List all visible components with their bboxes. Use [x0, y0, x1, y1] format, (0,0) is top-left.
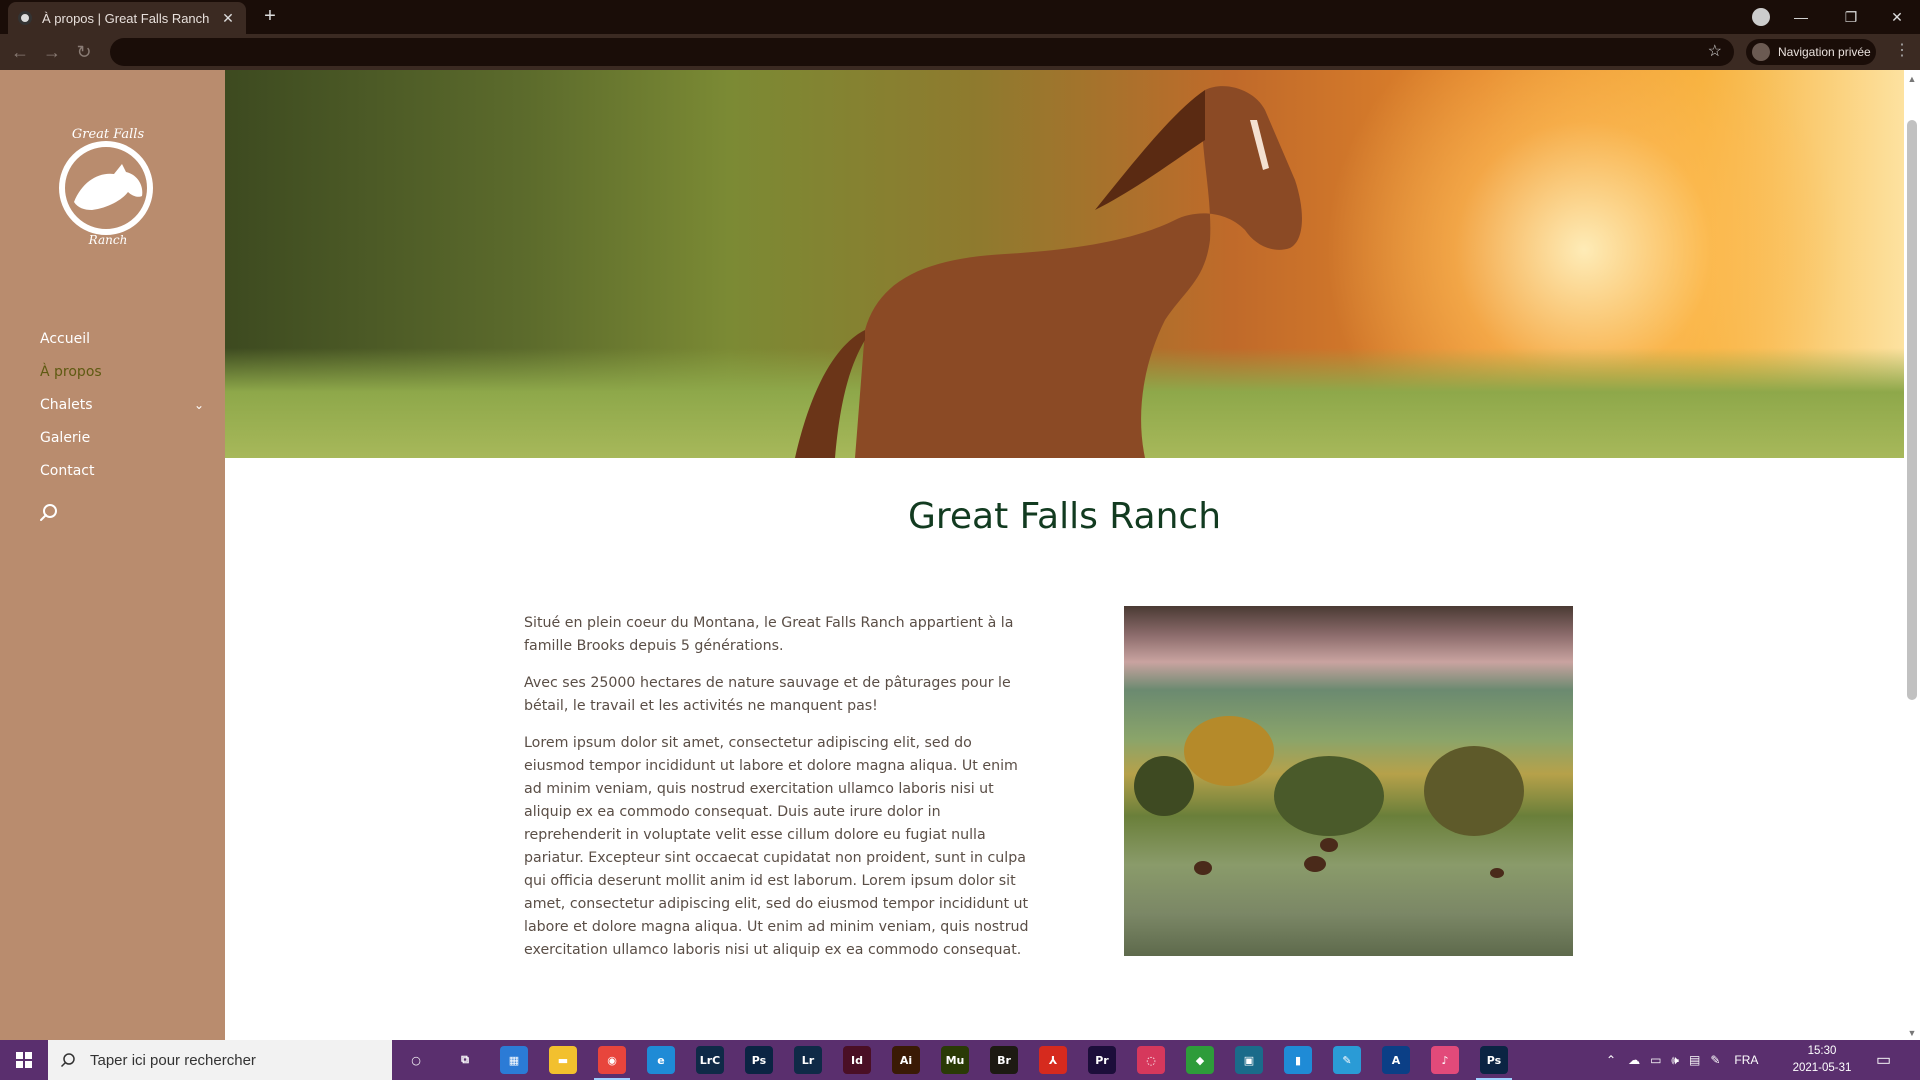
capture-icon[interactable]: ▣ [1235, 1046, 1263, 1074]
page-title: Great Falls Ranch [907, 496, 1222, 537]
cow-shape [1194, 861, 1212, 875]
onedrive-icon[interactable]: ☁ [1628, 1053, 1640, 1067]
restore-button[interactable]: ❐ [1828, 0, 1874, 34]
photoshop-active-icon[interactable]: Ps [1480, 1046, 1508, 1074]
scroll-down-icon[interactable]: ▼ [1906, 1028, 1918, 1038]
clock-time: 15:30 [1807, 1045, 1837, 1057]
forward-button[interactable]: → [40, 40, 64, 64]
cow-shape [1320, 838, 1338, 852]
windows-taskbar: Taper ici pour rechercher ○ ⧉ ▦ ▬ ◉ e LrC Ps Lr I… [0, 1040, 1920, 1080]
nav-item-label: Chalets [40, 396, 93, 413]
acrobat-icon[interactable]: ⅄ [1039, 1046, 1067, 1074]
system-tray: ⌃ ☁ ▭ 🕪 ▤ ✎ FRA [1606, 1040, 1758, 1080]
main-navigation: Accueil À propos Chalets ⌄ Galerie Conta… [40, 322, 204, 487]
network-icon[interactable]: ▭ [1650, 1053, 1661, 1067]
nav-item-label: Galerie [40, 429, 91, 446]
illustrator-icon[interactable]: Ai [892, 1046, 920, 1074]
fonts-icon[interactable]: A [1382, 1046, 1410, 1074]
search-icon [60, 1053, 75, 1068]
language-indicator[interactable]: FRA [1734, 1053, 1758, 1067]
volume-icon[interactable]: 🕪 [1671, 1053, 1679, 1068]
tree-shape [1274, 756, 1384, 836]
store-icon[interactable]: ▦ [500, 1046, 528, 1074]
new-tab-button[interactable]: + [258, 4, 282, 28]
browser-menu-icon[interactable]: ⋮ [1892, 40, 1912, 60]
land-paragraph: Avec ses 25000 hectares de nature sauvag… [524, 675, 1011, 714]
tree-shape [1184, 716, 1274, 786]
indesign-icon[interactable]: Id [843, 1046, 871, 1074]
browser-tab-active[interactable]: À propos | Great Falls Ranch ✕ [8, 2, 246, 34]
intro-paragraph: Situé en plein coeur du Montana, le Grea… [524, 615, 1014, 654]
back-button[interactable]: ← [8, 40, 32, 64]
nav-item-label: Accueil [40, 330, 90, 347]
notes-icon[interactable]: ▮ [1284, 1046, 1312, 1074]
scroll-up-icon[interactable]: ▲ [1906, 74, 1918, 84]
tree-shape [1424, 746, 1524, 836]
itunes-icon[interactable]: ♪ [1431, 1046, 1459, 1074]
incognito-indicator[interactable]: Navigation privée [1746, 39, 1876, 65]
cortana-icon[interactable]: ○ [402, 1046, 430, 1074]
bridge-icon[interactable]: Br [990, 1046, 1018, 1074]
taskbar-clock[interactable]: 15:30 2021-05-31 [1786, 1043, 1858, 1077]
about-text-column: Situé en plein coeur du Montana, le Grea… [524, 612, 1036, 976]
taskbar-search-box[interactable]: Taper ici pour rechercher [48, 1040, 392, 1080]
browser-tab-bar: À propos | Great Falls Ranch ✕ + — ❐ ✕ [0, 0, 1920, 34]
search-icon[interactable] [38, 502, 60, 524]
tab-search-icon[interactable] [1752, 8, 1770, 26]
incognito-label: Navigation privée [1778, 45, 1871, 59]
maps-icon[interactable]: ◆ [1186, 1046, 1214, 1074]
cow-shape [1304, 856, 1326, 872]
start-button[interactable] [0, 1040, 48, 1080]
tree-shape [1134, 756, 1194, 816]
file-explorer-icon[interactable]: ▬ [549, 1046, 577, 1074]
address-bar[interactable]: ☆ [110, 38, 1734, 66]
pen-icon[interactable]: ✎ [1710, 1053, 1720, 1067]
lightroom-classic-icon[interactable]: LrC [696, 1046, 724, 1074]
windows-logo-icon [16, 1052, 32, 1068]
hero-horse-image [225, 70, 1904, 458]
edge-icon[interactable]: e [647, 1046, 675, 1074]
lightroom-icon[interactable]: Lr [794, 1046, 822, 1074]
photoshop-icon[interactable]: Ps [745, 1046, 773, 1074]
logo-top-text: Great Falls [72, 127, 145, 142]
scrollbar-thumb[interactable] [1907, 120, 1917, 700]
wacom-icon[interactable]: ▤ [1689, 1053, 1700, 1067]
logo-bottom-text: Ranch [88, 233, 128, 247]
cow-shape [1490, 868, 1504, 878]
nav-item-a-propos[interactable]: À propos [40, 355, 204, 388]
chevron-down-icon[interactable]: ⌄ [194, 398, 204, 412]
tab-title: À propos | Great Falls Ranch [42, 10, 210, 26]
creative-cloud-icon[interactable]: ◌ [1137, 1046, 1165, 1074]
nav-item-label: Contact [40, 462, 95, 479]
muse-icon[interactable]: Mu [941, 1046, 969, 1074]
chevron-up-icon[interactable]: ⌃ [1606, 1053, 1616, 1067]
search-placeholder: Taper ici pour rechercher [90, 1051, 256, 1069]
minimize-button[interactable]: — [1778, 0, 1824, 34]
favicon-icon [18, 11, 32, 25]
close-window-button[interactable]: ✕ [1874, 0, 1920, 34]
sketch-icon[interactable]: ✎ [1333, 1046, 1361, 1074]
chrome-icon[interactable]: ◉ [598, 1046, 626, 1074]
notification-icon[interactable]: ▭ [1876, 1040, 1891, 1080]
reload-button[interactable]: ↻ [72, 40, 96, 64]
bookmark-star-icon[interactable]: ☆ [1708, 41, 1722, 61]
horse-illustration [795, 86, 1302, 458]
close-tab-icon[interactable]: ✕ [220, 10, 236, 27]
sidebar: Great Falls Ranch Accueil À propos Chale… [0, 70, 225, 1040]
nav-item-label: À propos [40, 363, 102, 380]
nav-item-contact[interactable]: Contact [40, 454, 204, 487]
ranch-landscape-photo [1124, 606, 1573, 956]
premiere-icon[interactable]: Pr [1088, 1046, 1116, 1074]
body-paragraph: Lorem ipsum dolor sit amet, consectetur … [524, 735, 1029, 958]
task-view-icon[interactable]: ⧉ [451, 1046, 479, 1074]
nav-item-accueil[interactable]: Accueil [40, 322, 204, 355]
nav-item-chalets[interactable]: Chalets ⌄ [40, 388, 204, 421]
incognito-icon [1752, 43, 1770, 61]
browser-toolbar: ← → ↻ ☆ Navigation privée ⋮ [0, 34, 1920, 70]
ranch-logo[interactable]: Great Falls Ranch [52, 120, 164, 250]
clock-date: 2021-05-31 [1792, 1062, 1852, 1074]
nav-item-galerie[interactable]: Galerie [40, 421, 204, 454]
